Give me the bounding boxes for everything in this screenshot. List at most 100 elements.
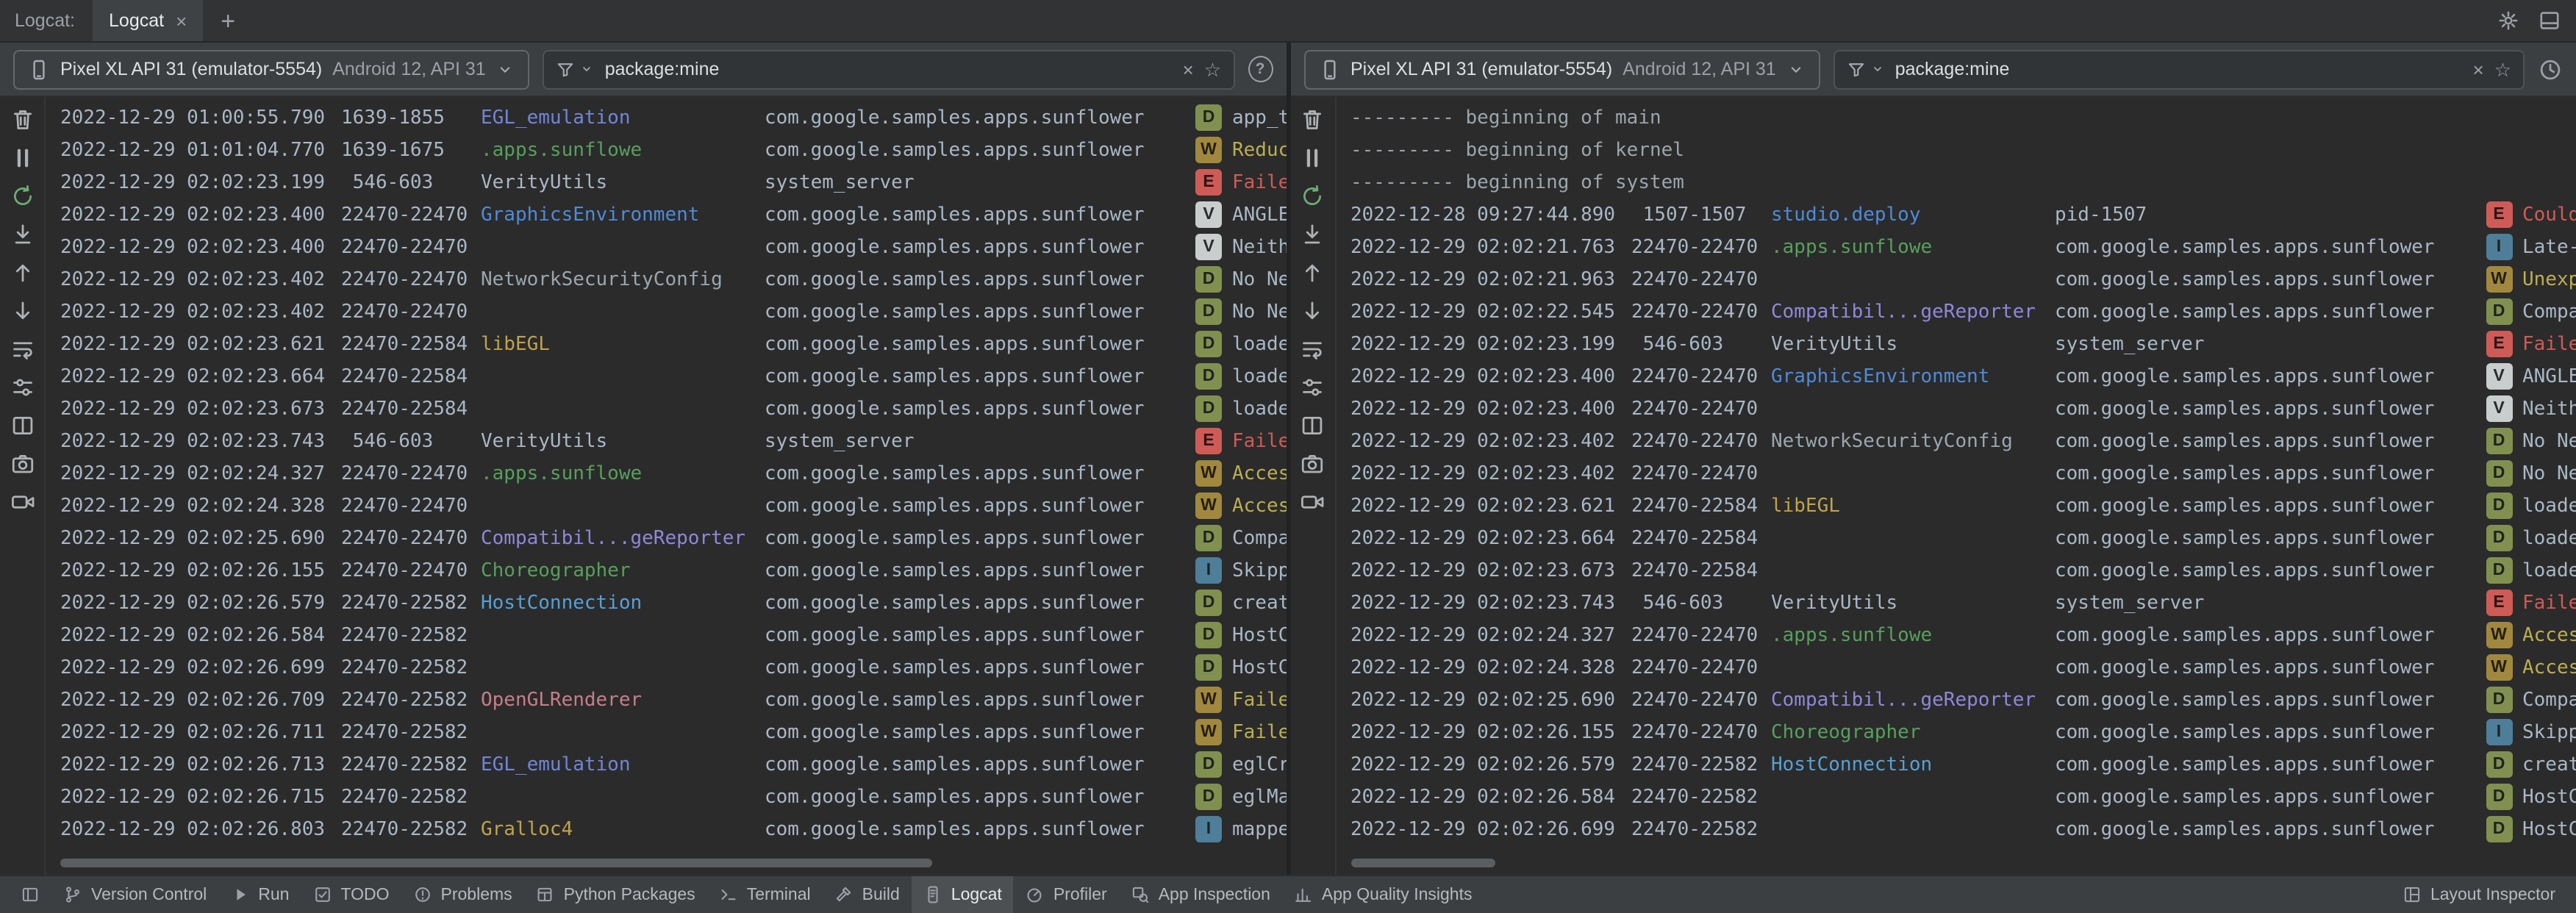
statusbar-item-app-inspection[interactable]: App Inspection — [1119, 876, 1282, 913]
statusbar-item-version-control[interactable]: Version Control — [51, 876, 218, 913]
log-row[interactable]: 2022-12-29 02:02:23.402 22470-22470 Networ… — [1336, 425, 2576, 457]
filter-icon[interactable] — [557, 60, 576, 79]
clear-filter-button[interactable]: × — [1183, 60, 1194, 79]
arrow-down-icon[interactable] — [10, 298, 35, 323]
log-row[interactable]: 2022-12-29 02:02:24.327 22470-22470 .apps.… — [1336, 619, 2576, 651]
horizontal-scrollbar[interactable] — [60, 859, 1271, 867]
log-row[interactable]: 2022-12-29 02:02:26.709 22470-22582 OpenGL… — [46, 684, 1286, 716]
clear-filter-button[interactable]: × — [2473, 60, 2484, 79]
log-row[interactable]: 2022-12-29 02:02:24.327 22470-22470 .apps.… — [46, 457, 1286, 490]
statusbar-item-run[interactable]: Run — [218, 876, 301, 913]
log-row[interactable]: 2022-12-29 02:02:23.621 22470-22584 libEGL… — [1336, 490, 2576, 522]
statusbar-item-logcat[interactable]: Logcat — [911, 876, 1014, 913]
arrow-down-icon[interactable] — [1300, 298, 1325, 323]
tab-close-icon[interactable]: × — [176, 11, 187, 30]
log-row[interactable]: 2022-12-29 02:02:25.690 22470-22470 Compat… — [1336, 684, 2576, 716]
log-row[interactable]: 2022-12-29 02:02:23.664 22470-22584 com.go… — [46, 360, 1286, 393]
gear-icon[interactable] — [2497, 9, 2520, 32]
log-row[interactable]: 2022-12-29 02:02:26.699 22470-22582 com.go… — [1336, 813, 2576, 845]
log-row[interactable]: 2022-12-29 02:02:23.673 22470-22584 com.go… — [46, 393, 1286, 425]
statusbar-item-app-quality-insights[interactable]: App Quality Insights — [1282, 876, 1484, 913]
log-row[interactable]: 2022-12-29 02:02:23.400 22470-22470 com.go… — [1336, 393, 2576, 425]
log-row[interactable]: 2022-12-29 01:00:55.790 1639-1855 EGL_emul… — [46, 101, 1286, 134]
filter-input[interactable]: package:mine — [1895, 59, 2010, 79]
log-row[interactable]: 2022-12-29 02:02:26.584 22470-22582 com.go… — [46, 619, 1286, 651]
scroll-end-icon[interactable] — [10, 222, 35, 247]
log-row[interactable]: 2022-12-29 02:02:26.155 22470-22470 Choreo… — [46, 554, 1286, 587]
split-icon[interactable] — [10, 413, 35, 438]
log-row[interactable]: 2022-12-29 02:02:26.711 22470-22582 com.go… — [46, 716, 1286, 748]
device-selector[interactable]: Pixel XL API 31 (emulator-5554) Android … — [13, 49, 530, 89]
filter-input[interactable]: package:mine — [605, 59, 720, 79]
statusbar-item-build[interactable]: Build — [823, 876, 912, 913]
help-button[interactable]: ? — [1248, 56, 1273, 82]
log-row[interactable]: --------- beginning of kernel — [1336, 134, 2576, 166]
log-row[interactable]: 2022-12-28 09:27:44.890 1507-1507 studio.… — [1336, 198, 2576, 231]
trash-icon[interactable] — [10, 107, 35, 132]
device-selector[interactable]: Pixel XL API 31 (emulator-5554) Android … — [1303, 49, 1820, 89]
statusbar-item-window[interactable] — [9, 876, 51, 913]
new-tab-button[interactable]: + — [221, 8, 235, 33]
scroll-end-icon[interactable] — [1300, 222, 1325, 247]
log-list[interactable]: 2022-12-29 01:00:55.790 1639-1855 EGL_emul… — [46, 97, 1286, 875]
log-row[interactable]: 2022-12-29 02:02:23.402 22470-22470 Networ… — [46, 263, 1286, 296]
scrollbar-thumb[interactable] — [1350, 859, 1496, 867]
log-row[interactable]: 2022-12-29 02:02:25.690 22470-22470 Compat… — [46, 522, 1286, 554]
statusbar-item-layout-inspector[interactable]: Layout Inspector — [2391, 876, 2567, 913]
log-row[interactable]: 2022-12-29 02:02:26.579 22470-22582 HostCo… — [46, 587, 1286, 619]
camera-icon[interactable] — [10, 451, 35, 476]
filter-icon[interactable] — [1847, 60, 1866, 79]
favorite-filter-button[interactable]: ☆ — [2494, 60, 2511, 79]
filter-caret-icon[interactable] — [580, 62, 595, 76]
arrow-up-icon[interactable] — [1300, 260, 1325, 285]
filter-box[interactable]: package:mine × ☆ — [543, 49, 1234, 89]
pause-icon[interactable] — [1300, 146, 1325, 171]
log-row[interactable]: --------- beginning of main — [1336, 101, 2576, 134]
log-row[interactable]: --------- beginning of system — [1336, 166, 2576, 198]
filter-box[interactable]: package:mine × ☆ — [1833, 49, 2525, 89]
pause-icon[interactable] — [10, 146, 35, 171]
split-icon[interactable] — [1300, 413, 1325, 438]
soft-wrap-icon[interactable] — [1300, 337, 1325, 362]
log-row[interactable]: 2022-12-29 02:02:23.402 22470-22470 com.go… — [46, 296, 1286, 328]
statusbar-item-profiler[interactable]: Profiler — [1014, 876, 1119, 913]
scrollbar-thumb[interactable] — [60, 859, 932, 867]
log-row[interactable]: 2022-12-29 02:02:26.715 22470-22582 com.go… — [46, 781, 1286, 813]
log-row[interactable]: 2022-12-29 02:02:26.584 22470-22582 com.go… — [1336, 781, 2576, 813]
log-row[interactable]: 2022-12-29 02:02:21.963 22470-22470 com.go… — [1336, 263, 2576, 296]
log-row[interactable]: 2022-12-29 02:02:26.713 22470-22582 EGL_em… — [46, 748, 1286, 781]
tab-logcat[interactable]: Logcat × — [93, 0, 204, 41]
log-row[interactable]: 2022-12-29 02:02:23.400 22470-22470 Graphi… — [46, 198, 1286, 231]
log-row[interactable]: 2022-12-29 02:02:23.400 22470-22470 Graphi… — [1336, 360, 2576, 393]
log-row[interactable]: 2022-12-29 02:02:23.402 22470-22470 com.go… — [1336, 457, 2576, 490]
log-row[interactable]: 2022-12-29 01:01:04.770 1639-1675 .apps.su… — [46, 134, 1286, 166]
favorite-filter-button[interactable]: ☆ — [1204, 60, 1221, 79]
log-row[interactable]: 2022-12-29 02:02:23.743 546-603 VerityUti… — [46, 425, 1286, 457]
config-icon[interactable] — [10, 375, 35, 400]
statusbar-item-python-packages[interactable]: Python Packages — [524, 876, 707, 913]
log-row[interactable]: 2022-12-29 02:02:23.400 22470-22470 com.go… — [46, 231, 1286, 263]
statusbar-item-problems[interactable]: Problems — [401, 876, 524, 913]
log-row[interactable]: 2022-12-29 02:02:22.545 22470-22470 Compat… — [1336, 296, 2576, 328]
filter-caret-icon[interactable] — [1870, 62, 1885, 76]
log-list[interactable]: --------- beginning of main --------- beg… — [1336, 97, 2576, 875]
video-icon[interactable] — [10, 490, 35, 515]
statusbar-item-todo[interactable]: TODO — [301, 876, 401, 913]
config-icon[interactable] — [1300, 375, 1325, 400]
arrow-up-icon[interactable] — [10, 260, 35, 285]
log-row[interactable]: 2022-12-29 02:02:26.155 22470-22470 Choreo… — [1336, 716, 2576, 748]
log-row[interactable]: 2022-12-29 02:02:23.621 22470-22584 libEGL… — [46, 328, 1286, 360]
dock-icon[interactable] — [2538, 9, 2561, 32]
statusbar-item-terminal[interactable]: Terminal — [707, 876, 823, 913]
log-row[interactable]: 2022-12-29 02:02:26.579 22470-22582 HostCo… — [1336, 748, 2576, 781]
clock-button[interactable] — [2538, 57, 2563, 82]
log-row[interactable]: 2022-12-29 02:02:26.699 22470-22582 com.go… — [46, 651, 1286, 684]
log-row[interactable]: 2022-12-29 02:02:26.803 22470-22582 Grallo… — [46, 813, 1286, 845]
restart-icon[interactable] — [1300, 184, 1325, 209]
log-row[interactable]: 2022-12-29 02:02:23.664 22470-22584 com.go… — [1336, 522, 2576, 554]
video-icon[interactable] — [1300, 490, 1325, 515]
log-row[interactable]: 2022-12-29 02:02:21.763 22470-22470 .apps.… — [1336, 231, 2576, 263]
soft-wrap-icon[interactable] — [10, 337, 35, 362]
log-row[interactable]: 2022-12-29 02:02:23.199 546-603 VerityUti… — [1336, 328, 2576, 360]
trash-icon[interactable] — [1300, 107, 1325, 132]
